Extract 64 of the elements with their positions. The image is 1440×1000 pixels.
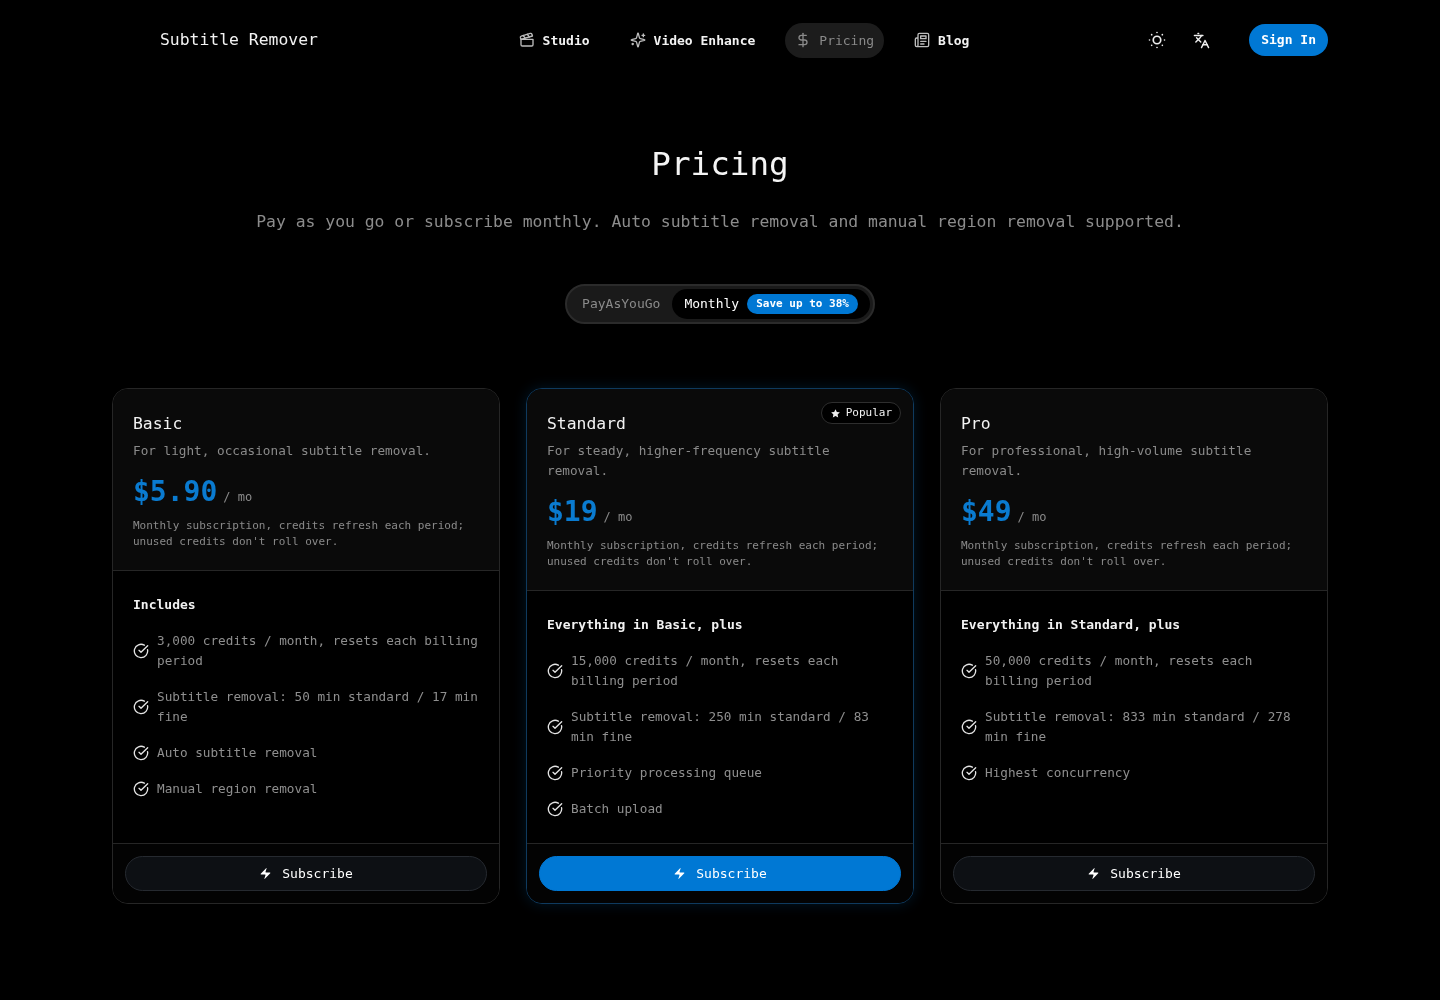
check-circle-icon	[133, 699, 149, 715]
feature-text: Priority processing queue	[571, 764, 762, 782]
newspaper-icon	[914, 32, 931, 48]
page-subtitle: Pay as you go or subscribe monthly. Auto subtitle removal and manual region removal supported.	[256, 211, 1184, 233]
sun-icon	[1147, 30, 1168, 50]
lightning-icon	[1087, 867, 1101, 880]
plan-description: For professional, high-volume subtitle removal.	[961, 442, 1253, 480]
nav-link[interactable]: Pricing	[785, 22, 885, 58]
lightning-icon	[673, 867, 687, 880]
plan-price: $5.90	[133, 474, 218, 510]
check-circle-icon	[547, 765, 563, 781]
check-circle-icon	[133, 781, 149, 797]
lightning-icon	[259, 867, 273, 880]
feature-text: 50,000 credits / month, resets each billing period	[985, 652, 1254, 690]
star-icon	[829, 407, 841, 419]
page-title: Pricing	[651, 144, 789, 184]
feature-text: Highest concurrency	[985, 764, 1131, 782]
feature-text: 3,000 credits / month, resets each billing period	[157, 632, 479, 670]
check-circle-icon	[133, 643, 149, 659]
feature-text: Subtitle removal: 250 min standard / 83 min fine	[571, 708, 870, 746]
sign-in-button[interactable]: Sign In	[1249, 24, 1328, 56]
plan-description: For light, occasional subtitle removal.	[133, 442, 432, 460]
plan-price: $19	[547, 494, 598, 530]
billing-note: Monthly subscription, credits refresh each period; unused credits don't roll over.	[961, 538, 1294, 570]
billing-option[interactable]: PayAsYouGo	[570, 289, 673, 319]
plan-name: Standard	[547, 413, 626, 435]
nav-link[interactable]: Video Enhance	[619, 22, 766, 58]
check-circle-icon	[961, 663, 977, 679]
savings-badge: Save up to 38%	[747, 294, 858, 314]
plan-name: Basic	[133, 413, 183, 435]
price-period: / mo	[223, 490, 253, 504]
plan-description: For steady, higher-frequency subtitle removal.	[547, 442, 831, 480]
billing-option[interactable]: Monthly Save up to 38%	[672, 289, 870, 319]
check-circle-icon	[961, 765, 977, 781]
check-circle-icon	[961, 719, 977, 735]
features-heading: Everything in Standard, plus	[961, 616, 1181, 634]
translate-icon	[1192, 31, 1210, 49]
clapperboard-icon	[518, 32, 535, 48]
feature-text: Manual region removal	[157, 780, 318, 798]
billing-note: Monthly subscription, credits refresh each period; unused credits don't roll over.	[547, 538, 880, 570]
features-heading: Everything in Basic, plus	[547, 616, 743, 634]
nav-link[interactable]: Blog	[904, 22, 980, 58]
badge-label: Popular	[845, 405, 892, 421]
feature-text: Batch upload	[571, 800, 663, 818]
subscribe-button[interactable]: Subscribe	[953, 856, 1315, 891]
check-circle-icon	[133, 745, 149, 761]
billing-note: Monthly subscription, credits refresh each period; unused credits don't roll over.	[133, 518, 466, 550]
check-circle-icon	[547, 663, 563, 679]
subscribe-button[interactable]: Subscribe	[125, 856, 487, 891]
brand-link[interactable]: Subtitle Remover	[160, 27, 318, 53]
subscribe-button[interactable]: Subscribe	[539, 856, 901, 891]
feature-text: Subtitle removal: 50 min standard / 17 min fine	[157, 688, 479, 726]
sparkles-icon	[629, 32, 646, 48]
plan-price: $49	[961, 494, 1012, 530]
check-circle-icon	[547, 719, 563, 735]
price-period: / mo	[603, 510, 633, 524]
plan-name: Pro	[961, 413, 991, 435]
price-period: / mo	[1017, 510, 1047, 524]
feature-text: Subtitle removal: 833 min standard / 278 min fine	[985, 708, 1292, 746]
feature-text: 15,000 credits / month, resets each billing period	[571, 652, 840, 690]
feature-text: Auto subtitle removal	[157, 744, 318, 762]
features-heading: Includes	[133, 596, 196, 614]
nav-link[interactable]: Studio	[508, 22, 600, 58]
check-circle-icon	[547, 801, 563, 817]
